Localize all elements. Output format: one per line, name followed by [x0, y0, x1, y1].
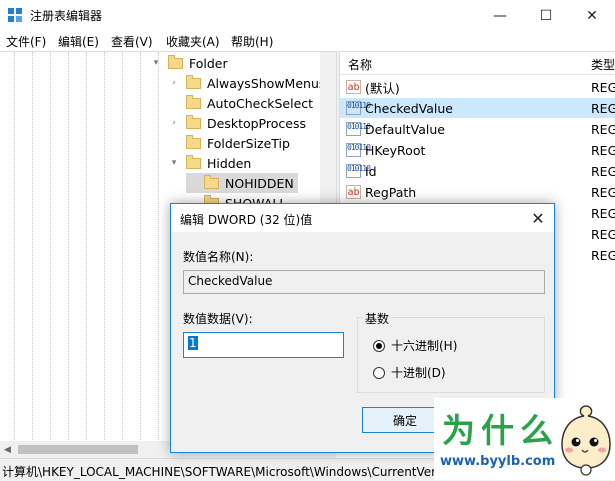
scrollbar-thumb[interactable] [18, 445, 138, 454]
scroll-left-icon[interactable]: ◀ [4, 445, 11, 455]
value-data-input[interactable]: 1 [183, 332, 344, 358]
value-type: REG [591, 142, 615, 158]
tree-item-label: AutoCheckSelect [207, 95, 314, 111]
list-item-selected[interactable]: 010110 CheckedValue REG [340, 98, 615, 118]
list-item[interactable]: 010110 Id REG [340, 161, 615, 181]
column-header-name[interactable]: 名称 [348, 56, 372, 73]
minimize-button[interactable]: — [477, 0, 523, 31]
base-groupbox [357, 317, 545, 393]
binary-value-icon: 010110 [346, 122, 371, 136]
regedit-icon [8, 8, 22, 22]
radio-unselected-icon[interactable] [373, 366, 385, 379]
folder-icon [186, 74, 201, 89]
list-item[interactable]: ab (默认) REG [340, 77, 615, 97]
hex-radio[interactable]: 十六进制(H) [373, 337, 457, 354]
value-type: REG [591, 205, 615, 221]
folder-icon [186, 114, 201, 129]
menu-file[interactable]: 文件(F) [6, 33, 46, 50]
value-data-text: 1 [188, 336, 198, 350]
folder-icon [186, 154, 201, 169]
tree-item-hidden[interactable]: ▾ Hidden [168, 153, 251, 173]
folder-icon [186, 134, 201, 149]
header-divider [340, 74, 615, 75]
value-type: REG [591, 100, 615, 116]
menu-view[interactable]: 查看(V) [111, 33, 153, 50]
menu-favorites[interactable]: 收藏夹(A) [166, 33, 220, 50]
chevron-right-icon[interactable]: › [168, 118, 180, 128]
chevron-right-icon[interactable]: › [168, 78, 180, 88]
tree-item-nohidden[interactable]: NOHIDDEN [186, 173, 298, 193]
menu-bar: 文件(F) 编辑(E) 查看(V) 收藏夹(A) 帮助(H) [0, 31, 615, 51]
dec-radio-label: 十进制(D) [391, 366, 446, 380]
value-type: REG [591, 163, 615, 179]
tree-item-label: Folder [189, 55, 228, 71]
folder-icon [168, 54, 183, 69]
value-name-field: CheckedValue [183, 270, 545, 294]
window-title: 注册表编辑器 [30, 9, 103, 23]
mascot-icon [561, 405, 611, 476]
watermark-text: 为什么 [442, 411, 559, 450]
value-type: REG [591, 226, 615, 242]
dialog-title: 编辑 DWORD (32 位)值 [180, 213, 313, 227]
tree-item-folder[interactable]: ▾ Folder [150, 53, 228, 73]
list-item[interactable]: ab RegPath REG [340, 182, 615, 202]
binary-value-icon: 010110 [346, 143, 371, 157]
tree-item-label: FolderSizeTip [207, 135, 290, 151]
tree-item-alwaysshowmenus[interactable]: › AlwaysShowMenus [168, 73, 325, 93]
value-name-label: 数值名称(N): [183, 250, 254, 264]
maximize-button[interactable]: ☐ [523, 0, 569, 31]
watermark-url: www.byylb.com [440, 454, 556, 469]
value-type: REG [591, 79, 615, 95]
value-type: REG [591, 247, 615, 263]
base-label: 基数 [363, 310, 392, 327]
binary-value-icon: 010110 [346, 164, 371, 178]
tree-item-label: AlwaysShowMenus [207, 75, 326, 91]
tree-item-autocheckselect[interactable]: AutoCheckSelect [168, 93, 313, 113]
tree-item-label: Hidden [207, 155, 252, 171]
title-bar: 注册表编辑器 — ☐ ✕ [0, 0, 615, 31]
watermark: 为什么 www.byylb.com [434, 398, 615, 480]
value-name: DefaultValue [365, 121, 445, 137]
tree-item-foldersizetip[interactable]: FolderSizeTip [168, 133, 290, 153]
folder-icon [186, 94, 201, 109]
radio-selected-icon[interactable] [373, 339, 385, 352]
value-name: RegPath [365, 184, 417, 200]
folder-icon [204, 174, 219, 189]
tree-item-label: NOHIDDEN [225, 175, 294, 191]
menu-help[interactable]: 帮助(H) [231, 33, 273, 50]
tree-item-label: DesktopProcess [207, 115, 306, 131]
value-name: CheckedValue [365, 100, 453, 116]
value-data-label: 数值数据(V): [183, 312, 253, 326]
string-value-icon: ab [346, 80, 361, 94]
value-type: REG [591, 121, 615, 137]
dialog-close-button[interactable]: ✕ [523, 204, 553, 232]
value-name: HKeyRoot [365, 142, 426, 158]
menu-edit[interactable]: 编辑(E) [58, 33, 99, 50]
value-name: Id [365, 163, 377, 179]
value-name: (默认) [365, 80, 400, 96]
list-item[interactable]: 010110 HKeyRoot REG [340, 140, 615, 160]
list-item[interactable]: 010110 DefaultValue REG [340, 119, 615, 139]
string-value-icon: ab [346, 185, 361, 199]
close-button[interactable]: ✕ [569, 0, 615, 31]
dialog-title-bar: 编辑 DWORD (32 位)值 ✕ [171, 204, 554, 232]
chevron-down-icon[interactable]: ▾ [168, 158, 180, 168]
tree-item-desktopprocess[interactable]: › DesktopProcess [168, 113, 306, 133]
dec-radio[interactable]: 十进制(D) [373, 364, 446, 381]
binary-value-icon: 010110 [346, 101, 371, 115]
registry-path: 计算机\HKEY_LOCAL_MACHINE\SOFTWARE\Microsof… [2, 465, 437, 479]
chevron-down-icon[interactable]: ▾ [150, 58, 162, 68]
value-type: REG [591, 184, 615, 200]
column-header-type[interactable]: 类型 [591, 56, 615, 73]
hex-radio-label: 十六进制(H) [391, 339, 458, 353]
